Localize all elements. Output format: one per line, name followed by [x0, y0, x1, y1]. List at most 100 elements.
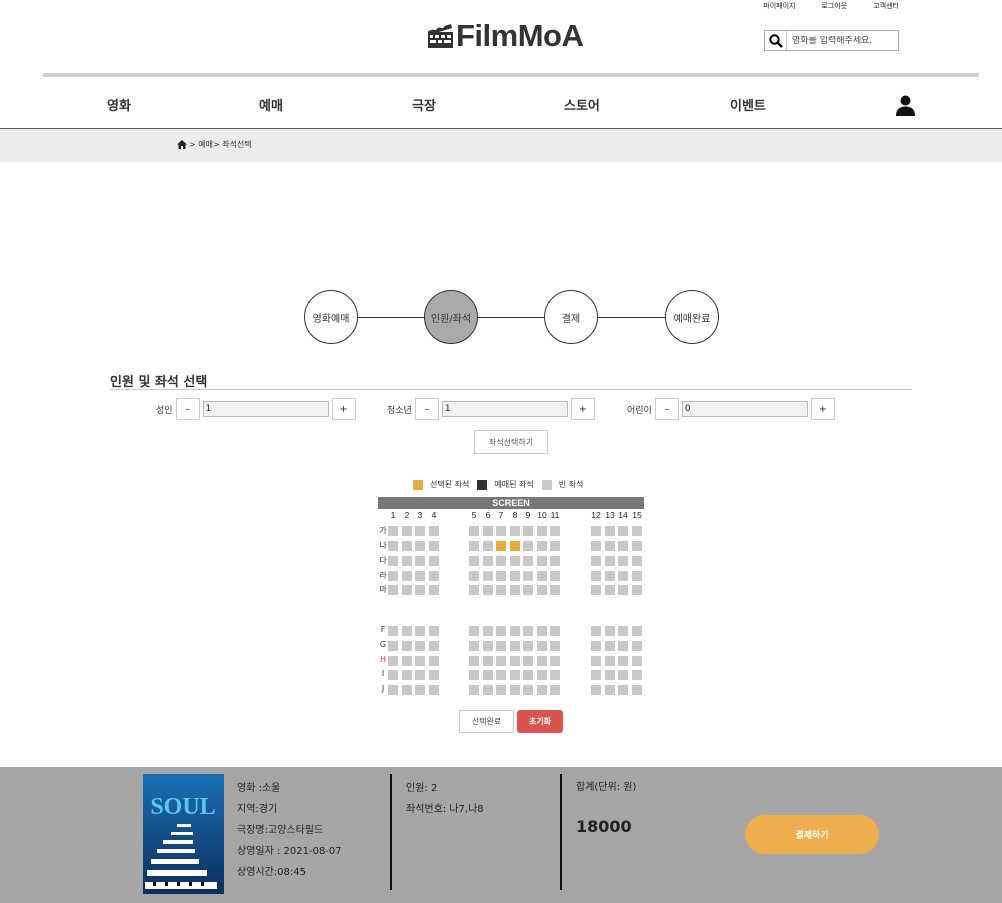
seat-empty[interactable]	[550, 585, 560, 595]
seat-empty[interactable]	[618, 571, 628, 581]
seat-empty[interactable]	[523, 641, 533, 651]
seat-empty[interactable]	[388, 571, 398, 581]
seat-empty[interactable]	[523, 585, 533, 595]
seat-empty[interactable]	[550, 526, 560, 536]
seat-empty[interactable]	[496, 571, 506, 581]
seat-empty[interactable]	[632, 541, 642, 551]
seat-empty[interactable]	[388, 556, 398, 566]
seat-empty[interactable]	[632, 685, 642, 695]
seat-empty[interactable]	[469, 541, 479, 551]
seat-empty[interactable]	[496, 641, 506, 651]
seat-empty[interactable]	[402, 656, 412, 666]
seat-empty[interactable]	[496, 626, 506, 636]
seat-empty[interactable]	[632, 571, 642, 581]
seat-empty[interactable]	[523, 526, 533, 536]
seat-empty[interactable]	[632, 526, 642, 536]
seat-empty[interactable]	[402, 571, 412, 581]
seat-empty[interactable]	[523, 685, 533, 695]
seat-empty[interactable]	[483, 641, 493, 651]
search-icon[interactable]	[765, 31, 787, 50]
adult-minus-button[interactable]: –	[175, 398, 200, 420]
seat-empty[interactable]	[510, 571, 520, 581]
seat-empty[interactable]	[550, 541, 560, 551]
seat-empty[interactable]	[496, 526, 506, 536]
seat-empty[interactable]	[591, 571, 601, 581]
seat-empty[interactable]	[483, 670, 493, 680]
seat-empty[interactable]	[618, 626, 628, 636]
seat-empty[interactable]	[415, 626, 425, 636]
seat-empty[interactable]	[605, 556, 615, 566]
seat-empty[interactable]	[510, 656, 520, 666]
seat-empty[interactable]	[415, 571, 425, 581]
seat-empty[interactable]	[618, 685, 628, 695]
seat-empty[interactable]	[591, 685, 601, 695]
seat-empty[interactable]	[429, 556, 439, 566]
seat-empty[interactable]	[510, 585, 520, 595]
user-icon[interactable]	[896, 95, 915, 119]
seat-empty[interactable]	[469, 585, 479, 595]
seat-empty[interactable]	[523, 656, 533, 666]
seat-empty[interactable]	[632, 670, 642, 680]
seat-empty[interactable]	[605, 685, 615, 695]
seat-empty[interactable]	[402, 626, 412, 636]
seat-empty[interactable]	[402, 556, 412, 566]
seat-empty[interactable]	[537, 641, 547, 651]
seat-empty[interactable]	[550, 556, 560, 566]
seat-empty[interactable]	[550, 571, 560, 581]
seat-empty[interactable]	[469, 656, 479, 666]
seat-empty[interactable]	[550, 670, 560, 680]
seat-empty[interactable]	[429, 685, 439, 695]
seat-empty[interactable]	[496, 585, 506, 595]
seat-empty[interactable]	[537, 685, 547, 695]
child-count-input[interactable]	[681, 401, 808, 417]
seat-empty[interactable]	[523, 541, 533, 551]
seat-empty[interactable]	[632, 656, 642, 666]
seat-empty[interactable]	[537, 585, 547, 595]
seat-empty[interactable]	[415, 585, 425, 595]
seat-empty[interactable]	[632, 556, 642, 566]
seat-empty[interactable]	[469, 571, 479, 581]
seat-empty[interactable]	[523, 670, 533, 680]
seat-empty[interactable]	[496, 685, 506, 695]
seat-empty[interactable]	[388, 685, 398, 695]
seat-empty[interactable]	[483, 685, 493, 695]
seat-empty[interactable]	[618, 656, 628, 666]
seat-empty[interactable]	[510, 526, 520, 536]
logout-link[interactable]: 로그아웃	[821, 1, 847, 11]
seat-empty[interactable]	[402, 585, 412, 595]
seat-empty[interactable]	[591, 556, 601, 566]
seat-empty[interactable]	[388, 626, 398, 636]
seat-empty[interactable]	[388, 585, 398, 595]
seat-empty[interactable]	[605, 541, 615, 551]
seat-empty[interactable]	[483, 526, 493, 536]
seat-empty[interactable]	[605, 641, 615, 651]
seat-empty[interactable]	[483, 626, 493, 636]
seat-empty[interactable]	[483, 556, 493, 566]
seat-empty[interactable]	[510, 641, 520, 651]
seat-selected[interactable]	[510, 541, 520, 551]
seat-empty[interactable]	[388, 541, 398, 551]
seat-empty[interactable]	[537, 656, 547, 666]
seat-empty[interactable]	[402, 685, 412, 695]
seat-empty[interactable]	[429, 571, 439, 581]
seat-empty[interactable]	[537, 571, 547, 581]
nav-item-movie[interactable]: 영화	[107, 95, 131, 114]
seat-empty[interactable]	[591, 656, 601, 666]
seat-empty[interactable]	[618, 526, 628, 536]
child-plus-button[interactable]: +	[810, 398, 835, 420]
seat-empty[interactable]	[632, 626, 642, 636]
seat-empty[interactable]	[537, 626, 547, 636]
search-input[interactable]	[787, 35, 895, 46]
seat-empty[interactable]	[415, 685, 425, 695]
seat-empty[interactable]	[429, 656, 439, 666]
seat-empty[interactable]	[388, 526, 398, 536]
seat-empty[interactable]	[605, 585, 615, 595]
seat-empty[interactable]	[618, 556, 628, 566]
selection-complete-button[interactable]: 선택완료	[459, 710, 514, 733]
mypage-link[interactable]: 마이페이지	[763, 1, 795, 11]
seat-empty[interactable]	[402, 641, 412, 651]
nav-item-theater[interactable]: 극장	[412, 95, 436, 114]
seat-empty[interactable]	[510, 685, 520, 695]
seat-empty[interactable]	[469, 641, 479, 651]
seat-empty[interactable]	[429, 585, 439, 595]
